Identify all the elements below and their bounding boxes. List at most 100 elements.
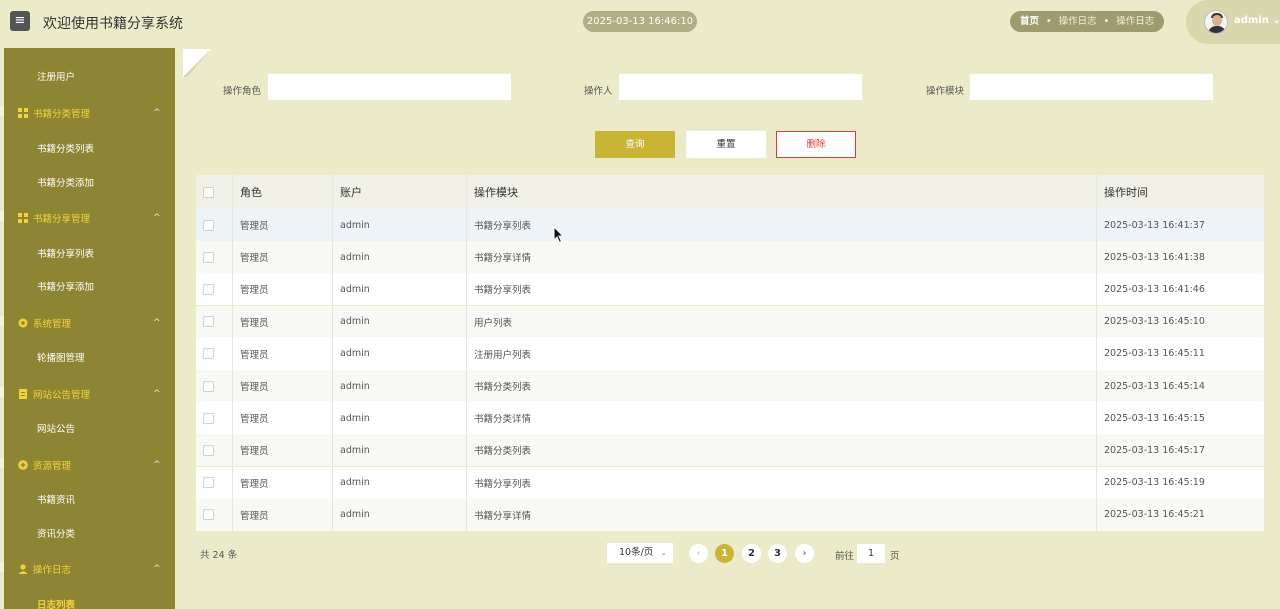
delete-button[interactable]: 删除: [776, 131, 856, 158]
page-size-select[interactable]: 10条/页 ⌄: [607, 543, 673, 563]
cell-role: 管理员: [233, 273, 333, 306]
cell-time: 2025-03-13 16:41:46: [1104, 283, 1205, 295]
avatar[interactable]: [1204, 10, 1228, 34]
prev-page-button[interactable]: ‹: [689, 544, 708, 563]
cell-module: 注册用户列表: [467, 337, 1097, 370]
query-button[interactable]: 查询: [595, 131, 675, 158]
cell-time: 2025-03-13 16:45:10: [1104, 316, 1205, 328]
sidebar-group-resources[interactable]: 资源管理 ^: [4, 458, 175, 472]
table-row[interactable]: 管理员 admin 书籍分享列表 2025-03-13 16:41:37: [196, 209, 1264, 241]
chevron-down-icon: ⌄: [1268, 15, 1280, 26]
column-header-module: 操作模块: [467, 175, 1097, 209]
row-checkbox[interactable]: [203, 251, 214, 263]
module-input[interactable]: [970, 74, 1213, 100]
sidebar-item-news-category[interactable]: 资讯分类: [4, 526, 175, 540]
column-header-account: 账户: [333, 175, 467, 209]
cell-account: admin: [333, 466, 467, 499]
sidebar-item-register-users[interactable]: 注册用户: [4, 69, 175, 83]
cell-role: 管理员: [233, 466, 333, 499]
cell-module: 书籍分享列表: [467, 466, 1097, 499]
table-row[interactable]: 管理员 admin 书籍分类列表 2025-03-13 16:45:17: [196, 434, 1264, 467]
cell-module: 书籍分享详情: [467, 498, 1097, 531]
row-checkbox[interactable]: [203, 444, 214, 456]
page-fold-icon: [183, 49, 211, 77]
table-row[interactable]: 管理员 admin 书籍分享列表 2025-03-13 16:45:19: [196, 466, 1264, 499]
sidebar-group-book-share[interactable]: 书籍分享管理 ^: [4, 211, 175, 225]
mouse-cursor-icon: [553, 226, 565, 244]
row-checkbox[interactable]: [203, 283, 214, 295]
gear-icon: [18, 318, 28, 328]
table-row[interactable]: 管理员 admin 书籍分类列表 2025-03-13 16:45:14: [196, 370, 1264, 402]
table-row[interactable]: 管理员 admin 书籍分享详情 2025-03-13 16:45:21: [196, 498, 1264, 531]
reset-button[interactable]: 重置: [686, 131, 766, 158]
page-button-1[interactable]: 1: [715, 544, 734, 563]
sidebar-item-book-share-add[interactable]: 书籍分享添加: [4, 279, 175, 293]
table-row[interactable]: 管理员 admin 书籍分享详情 2025-03-13 16:41:38: [196, 241, 1264, 274]
select-all-checkbox[interactable]: [203, 186, 214, 198]
row-checkbox[interactable]: [203, 509, 214, 521]
page-button-3[interactable]: 3: [768, 544, 787, 563]
sidebar-item-carousel[interactable]: 轮播图管理: [4, 350, 175, 364]
table-row[interactable]: 管理员 admin 用户列表 2025-03-13 16:45:10: [196, 305, 1264, 338]
cell-account: admin: [333, 498, 467, 531]
row-checkbox[interactable]: [203, 380, 214, 392]
breadcrumb-item[interactable]: 操作日志: [1116, 11, 1154, 32]
breadcrumb-home[interactable]: 首页: [1020, 11, 1039, 32]
cell-role: 管理员: [233, 498, 333, 531]
cell-time: 2025-03-13 16:41:38: [1104, 251, 1205, 263]
cell-time: 2025-03-13 16:45:15: [1104, 412, 1205, 424]
sidebar-item-book-share-list[interactable]: 书籍分享列表: [4, 246, 175, 260]
cell-module: 书籍分享列表: [467, 273, 1097, 306]
next-page-button[interactable]: ›: [795, 544, 814, 563]
table-row[interactable]: 管理员 admin 书籍分享列表 2025-03-13 16:41:46: [196, 273, 1264, 306]
row-checkbox[interactable]: [203, 316, 214, 328]
row-checkbox[interactable]: [203, 477, 214, 489]
document-icon: [19, 389, 27, 399]
chevron-up-icon: ^: [153, 564, 161, 574]
sidebar-group-notice[interactable]: 网站公告管理 ^: [4, 387, 175, 401]
sidebar-group-book-category[interactable]: 书籍分类管理 ^: [4, 106, 175, 120]
role-input[interactable]: [268, 74, 511, 100]
page-unit-label: 页: [890, 551, 900, 562]
cell-module: 书籍分类列表: [467, 370, 1097, 402]
user-name[interactable]: admin ⌄: [1234, 15, 1280, 26]
cell-account: admin: [333, 402, 467, 435]
cell-module: 书籍分享详情: [467, 241, 1097, 274]
chevron-up-icon: ^: [153, 213, 161, 223]
top-header: ≡ 欢迎使用书籍分享系统 2025-03-13 16:46:10 首页 • 操作…: [0, 0, 1280, 44]
row-checkbox[interactable]: [203, 348, 214, 360]
cell-role: 管理员: [233, 337, 333, 370]
breadcrumb-separator: •: [1046, 16, 1052, 27]
sidebar-item-book-category-add[interactable]: 书籍分类添加: [4, 175, 175, 189]
table-header: 角色 账户 操作模块 操作时间: [196, 175, 1264, 209]
cell-role: 管理员: [233, 305, 333, 338]
page-button-2[interactable]: 2: [742, 544, 761, 563]
sidebar-item-book-news[interactable]: 书籍资讯: [4, 492, 175, 506]
cell-time: 2025-03-13 16:45:14: [1104, 380, 1205, 392]
breadcrumb-separator: •: [1103, 16, 1110, 27]
menu-toggle-icon[interactable]: ≡: [10, 11, 30, 31]
cell-account: admin: [333, 209, 467, 241]
column-header-role: 角色: [233, 175, 333, 209]
cell-module: 用户列表: [467, 305, 1097, 338]
cell-account: admin: [333, 305, 467, 338]
table-row[interactable]: 管理员 admin 书籍分类详情 2025-03-13 16:45:15: [196, 402, 1264, 435]
sidebar-item-notice[interactable]: 网站公告: [4, 421, 175, 435]
goto-page-input[interactable]: 1: [857, 544, 885, 563]
sidebar-item-book-category-list[interactable]: 书籍分类列表: [4, 141, 175, 155]
cell-role: 管理员: [233, 209, 333, 241]
cell-time: 2025-03-13 16:45:17: [1104, 444, 1205, 456]
row-checkbox[interactable]: [203, 412, 214, 424]
row-checkbox[interactable]: [203, 219, 214, 231]
operator-input[interactable]: [619, 74, 862, 100]
cell-role: 管理员: [233, 241, 333, 274]
user-menu[interactable]: admin ⌄: [1186, 0, 1280, 44]
sidebar-group-system[interactable]: 系统管理 ^: [4, 316, 175, 330]
table-row[interactable]: 管理员 admin 注册用户列表 2025-03-13 16:45:11: [196, 337, 1264, 370]
sidebar-item-log-list[interactable]: 日志列表: [4, 597, 175, 609]
breadcrumb-item[interactable]: 操作日志: [1059, 11, 1097, 32]
breadcrumb: 首页 • 操作日志 • 操作日志: [1010, 11, 1165, 32]
sidebar-group-operation-log[interactable]: 操作日志 ^: [4, 562, 175, 576]
plus-circle-icon: [18, 460, 28, 470]
cell-account: admin: [333, 273, 467, 306]
